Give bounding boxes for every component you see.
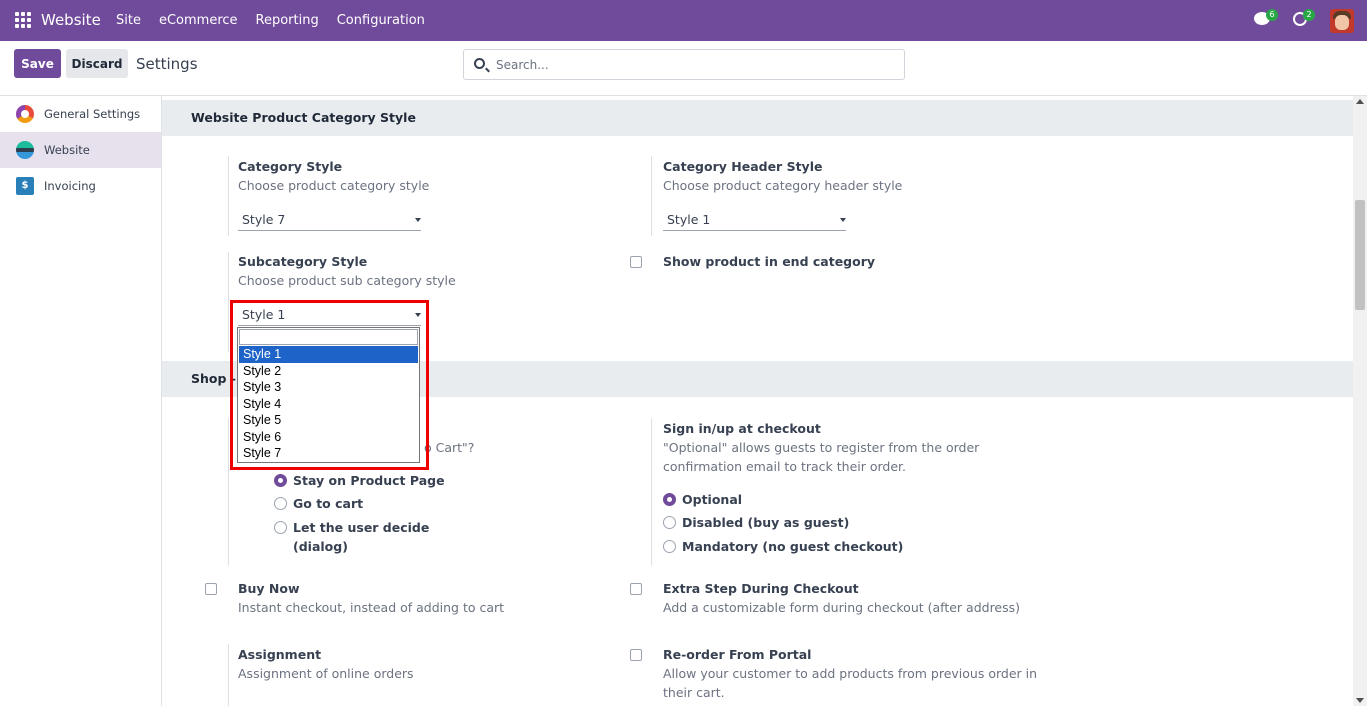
radio-label: (dialog) (293, 539, 348, 554)
radio-label: Mandatory (no guest checkout) (682, 539, 904, 554)
menu-item-ecommerce[interactable]: eCommerce (159, 13, 238, 28)
category-header-style-select[interactable]: Style 1 (663, 209, 846, 231)
section-title: Website Product Category Style (191, 110, 416, 125)
category-header-style-desc: Choose product category header style (663, 178, 903, 193)
app-brand[interactable]: Website (41, 11, 101, 29)
chat-badge: 6 (1266, 9, 1278, 21)
radio-stay-on-product[interactable] (274, 474, 287, 487)
sidebar-item-label: Website (44, 143, 90, 157)
search-box[interactable] (463, 49, 905, 80)
chevron-down-icon (415, 218, 421, 222)
show-product-end-checkbox[interactable] (630, 256, 642, 268)
menu-item-site[interactable]: Site (116, 13, 141, 28)
radio-label: Disabled (buy as guest) (682, 515, 850, 530)
scrollbar-thumb[interactable] (1355, 200, 1365, 310)
buy-now-desc: Instant checkout, instead of adding to c… (238, 600, 505, 615)
extra-step-desc: Add a customizable form during checkout … (663, 600, 1021, 615)
category-header-style-label: Category Header Style (663, 159, 823, 174)
show-product-end-label: Show product in end category (663, 254, 876, 269)
top-navbar: Website Site eCommerce Reporting Configu… (0, 0, 1367, 41)
invoicing-app-icon: $ (16, 177, 34, 195)
website-app-icon (16, 141, 34, 159)
sign-in-desc: confirmation email to track their order. (663, 459, 906, 474)
radio-go-to-cart[interactable] (274, 497, 287, 510)
assignment-label: Assignment (238, 647, 322, 662)
sign-in-desc: "Optional" allows guests to register fro… (663, 440, 980, 455)
dropdown-option-style-7[interactable]: Style 7 (239, 445, 418, 462)
dropdown-option-style-2[interactable]: Style 2 (239, 363, 418, 380)
section-header-category-style: Website Product Category Style (162, 100, 1353, 136)
dropdown-option-style-3[interactable]: Style 3 (239, 379, 418, 396)
apps-menu-icon[interactable] (15, 12, 31, 28)
add-to-cart-desc: o Cart"? (424, 440, 475, 455)
main-menu: Site eCommerce Reporting Configuration (116, 13, 443, 28)
search-icon (474, 58, 485, 69)
radio-disabled[interactable] (663, 516, 676, 529)
subcategory-style-select[interactable]: Style 1 (238, 304, 421, 326)
category-style-desc: Choose product category style (238, 178, 430, 193)
sign-in-label: Sign in/up at checkout (663, 421, 821, 436)
menu-item-configuration[interactable]: Configuration (337, 13, 425, 28)
scroll-down-arrow-icon[interactable] (1356, 698, 1364, 703)
radio-mandatory[interactable] (663, 540, 676, 553)
sidebar-item-website[interactable]: Website (0, 132, 161, 168)
reorder-checkbox[interactable] (630, 649, 642, 661)
buy-now-checkbox[interactable] (205, 583, 217, 595)
sidebar-item-general-settings[interactable]: General Settings (0, 96, 161, 132)
dropdown-option-style-5[interactable]: Style 5 (239, 412, 418, 429)
extra-step-label: Extra Step During Checkout (663, 581, 859, 596)
radio-label: Optional (682, 492, 743, 507)
radio-label: Go to cart (293, 496, 364, 511)
scroll-up-arrow-icon[interactable] (1356, 99, 1364, 104)
activity-badge: 2 (1303, 9, 1315, 21)
page-scrollbar[interactable] (1353, 96, 1367, 706)
radio-label: Let the user decide (293, 520, 430, 535)
subcategory-style-dropdown: Style 1 Style 2 Style 3 Style 4 Style 5 … (237, 327, 420, 463)
discard-button[interactable]: Discard (66, 49, 128, 78)
dropdown-option-style-4[interactable]: Style 4 (239, 396, 418, 413)
dropdown-filter-input[interactable] (239, 329, 418, 345)
radio-label: Stay on Product Page (293, 473, 445, 488)
radio-user-decide[interactable] (274, 521, 287, 534)
category-style-label: Category Style (238, 159, 343, 174)
radio-optional[interactable] (663, 493, 676, 506)
chevron-down-icon (840, 218, 846, 222)
subcategory-style-desc: Choose product sub category style (238, 273, 456, 288)
save-button[interactable]: Save (14, 49, 61, 78)
subcategory-style-label: Subcategory Style (238, 254, 368, 269)
settings-sidebar: General Settings Website $ Invoicing (0, 96, 162, 706)
category-style-select[interactable]: Style 7 (238, 209, 421, 231)
chevron-down-icon (415, 313, 421, 317)
dropdown-option-style-1[interactable]: Style 1 (239, 346, 418, 363)
dropdown-option-style-6[interactable]: Style 6 (239, 429, 418, 446)
reorder-desc: Allow your customer to add products from… (663, 666, 1038, 681)
sidebar-item-label: Invoicing (44, 179, 96, 193)
buy-now-label: Buy Now (238, 581, 300, 596)
control-panel: Save Discard Settings (0, 41, 1367, 96)
reorder-desc: their cart. (663, 685, 725, 700)
breadcrumb: Settings (136, 55, 198, 73)
odoo-general-icon (16, 105, 34, 123)
reorder-label: Re-order From Portal (663, 647, 812, 662)
sidebar-item-label: General Settings (44, 107, 141, 121)
sidebar-item-invoicing[interactable]: $ Invoicing (0, 168, 161, 204)
assignment-desc: Assignment of online orders (238, 666, 414, 681)
user-avatar[interactable] (1330, 9, 1354, 33)
menu-item-reporting[interactable]: Reporting (256, 13, 319, 28)
search-input[interactable] (496, 54, 896, 76)
extra-step-checkbox[interactable] (630, 583, 642, 595)
